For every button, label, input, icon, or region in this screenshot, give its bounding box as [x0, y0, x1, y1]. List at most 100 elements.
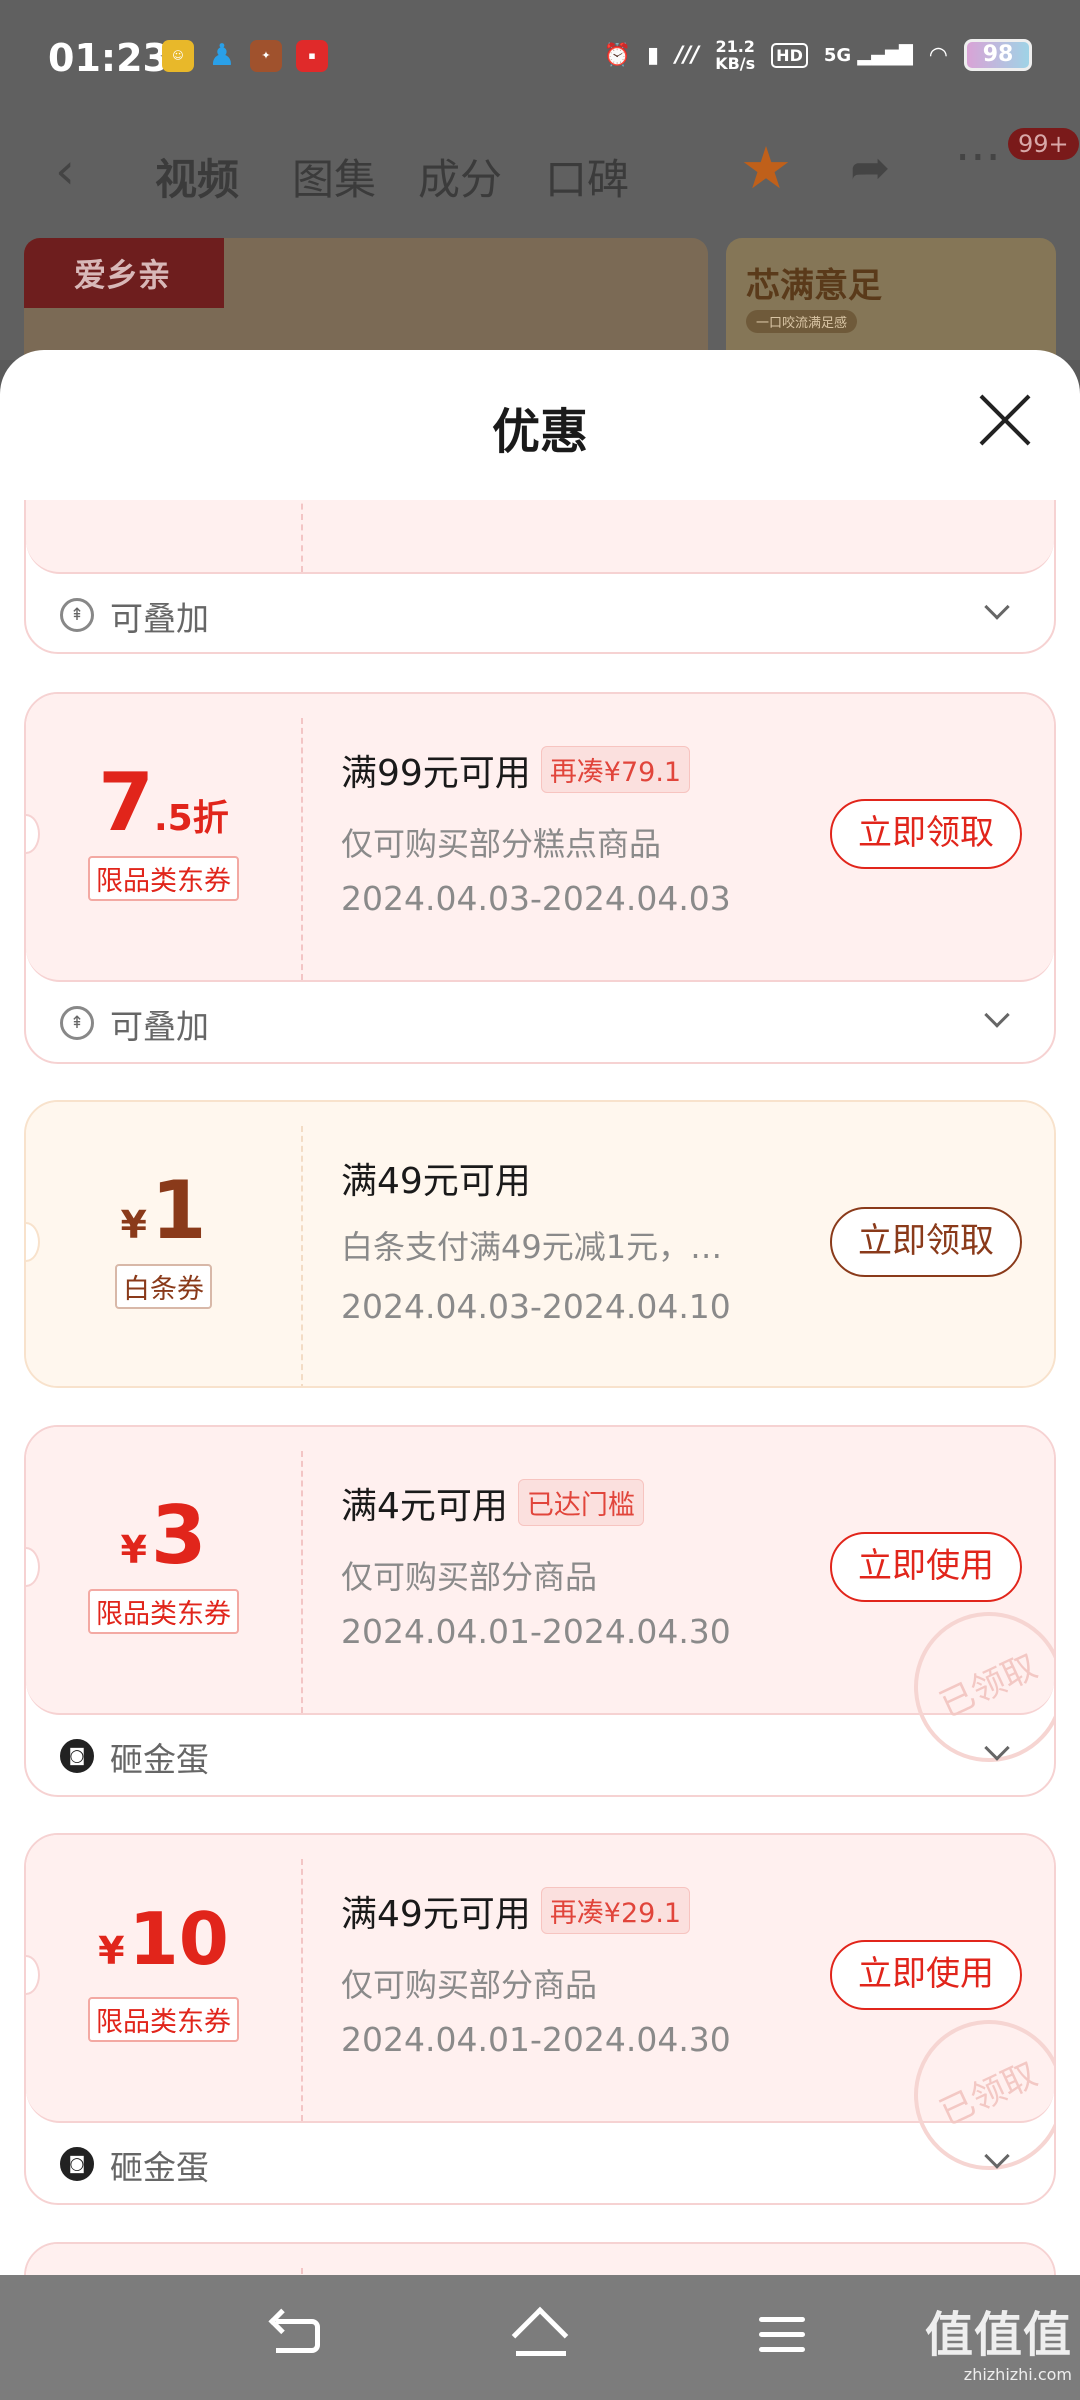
coupon-type-label: 限品类东券 — [88, 1997, 239, 2042]
coupon-card-partial — [24, 2242, 1056, 2275]
golden-egg-icon: ◙ — [60, 2147, 94, 2181]
coupon-condition: 满49元可用 — [341, 1161, 531, 1202]
coupon-divider — [301, 1859, 303, 2121]
coupon-condition: 满49元可用 再凑¥29.1 — [341, 1885, 691, 1937]
coupon-tag: 已达门槛 — [517, 1479, 644, 1526]
sheet-title: 优惠 — [491, 404, 588, 460]
golden-egg-icon: ◙ — [60, 1739, 94, 1773]
coupon-desc: 仅可购买部分商品 — [341, 1966, 598, 2004]
signal-5g: 5G ▂▄▆█ — [823, 44, 913, 66]
coupon-tag: 再凑¥79.1 — [540, 746, 691, 793]
coupon-currency: ¥ — [98, 1929, 125, 1973]
nav-menu-line — [759, 2332, 805, 2337]
qq-notification-icon: ♟ — [208, 38, 236, 73]
chevron-down-icon[interactable] — [984, 594, 1010, 620]
coupon-divider — [301, 2268, 303, 2275]
coupon-amount: ¥10 — [26, 1897, 301, 1981]
net-speed-unit: KB/s — [715, 54, 756, 73]
coupon-card: ¥1 白条券 满49元可用 白条支付满49元减1元，… 2024.04.03-2… — [24, 1100, 1056, 1388]
coupon-date: 2024.04.03-2024.04.03 — [341, 879, 731, 918]
status-bar: 01:23 ☺ ♟ ✦ ▪ ⏰ ▮ /// 21.2 KB/s HD 5G ▂▄▆… — [0, 0, 1080, 115]
coupon-main: ¥10 限品类东券 满49元可用 再凑¥29.1 仅可购买部分商品 2024.04… — [26, 1835, 1054, 2195]
app-notification-icon: ☺ — [162, 40, 194, 72]
coupon-amount-value: 10 — [128, 1897, 229, 1981]
tab-reviews[interactable]: 口碑 — [545, 146, 629, 207]
coupon-condition-text: 满99元可用 — [341, 753, 531, 794]
coupon-currency: ¥ — [120, 1528, 147, 1572]
coupon-date: 2024.04.03-2024.04.10 — [341, 1287, 731, 1326]
coupon-type: 白条券 — [26, 1264, 301, 1309]
coupon-main: 7.5折 限品类东券 满99元可用 再凑¥79.1 仅可购买部分糕点商品 2024… — [26, 694, 1054, 982]
status-time: 01:23 — [48, 36, 169, 80]
banner-subtitle: 一口咬流满足感 — [746, 310, 858, 333]
coupon-card: ⇞ 可叠加 — [24, 500, 1056, 654]
more-icon[interactable]: ··· — [955, 130, 1001, 186]
coupon-card: 7.5折 限品类东券 满99元可用 再凑¥79.1 仅可购买部分糕点商品 2024… — [24, 692, 1056, 1064]
nav-menu-icon[interactable] — [755, 2311, 815, 2361]
nav-home-icon[interactable] — [510, 2306, 570, 2364]
coupon-amount-value: 7 — [98, 756, 154, 849]
coupon-extra-row[interactable]: ◙ 砸金蛋 — [26, 1715, 1054, 1795]
coupon-desc: 白条支付满49元减1元，… — [341, 1228, 723, 1266]
coupon-amount-suffix: .5折 — [153, 798, 229, 839]
coupon-extra-row[interactable]: ◙ 砸金蛋 — [26, 2123, 1054, 2203]
network-type: 5G — [823, 44, 852, 66]
game-notification-icon: ✦ — [250, 40, 282, 72]
share-icon[interactable]: ➦ — [850, 140, 890, 196]
coupon-type: 限品类东券 — [26, 856, 301, 901]
coupon-list[interactable]: ⇞ 可叠加 7.5折 限品类东券 满99元可用 再凑¥79.1 仅可购买部分糕点商… — [0, 500, 1080, 2275]
tab-gallery[interactable]: 图集 — [292, 146, 376, 207]
net-speed: 21.2 KB/s — [715, 38, 755, 72]
coupon-extra-label: 砸金蛋 — [110, 1740, 209, 1779]
coupon-type: 限品类东券 — [26, 1589, 301, 1634]
nav-menu-line — [759, 2347, 805, 2352]
battery-indicator: 98 — [964, 39, 1032, 71]
close-icon[interactable] — [975, 390, 1035, 450]
coupon-condition-text: 满49元可用 — [341, 1894, 531, 1935]
favorite-star-icon[interactable]: ★ — [740, 134, 792, 202]
redbook-notification-icon: ▪ — [296, 40, 328, 72]
coupon-amount: 7.5折 — [26, 756, 301, 849]
coupon-type: 限品类东券 — [26, 1997, 301, 2042]
nav-home-base — [516, 2351, 566, 2356]
coupon-divider — [301, 500, 303, 572]
coupon-main — [26, 2244, 1054, 2275]
claim-button[interactable]: 立即领取 — [830, 799, 1022, 869]
coupon-amount: ¥1 — [26, 1164, 301, 1257]
use-button[interactable]: 立即使用 — [830, 1940, 1022, 2010]
coupon-main: ¥1 白条券 满49元可用 白条支付满49元减1元，… 2024.04.03-2… — [26, 1102, 1054, 1386]
chevron-down-icon[interactable] — [984, 2143, 1010, 2169]
coupon-card: ¥3 限品类东券 满4元可用 已达门槛 仅可购买部分商品 2024.04.01-2… — [24, 1425, 1056, 1797]
nav-back-icon[interactable] — [268, 2308, 328, 2361]
alarm-icon: ⏰ — [603, 42, 631, 68]
coupon-desc: 仅可购买部分糕点商品 — [341, 825, 662, 863]
watermark: 值值值 zhizhizhi.com — [925, 2295, 1072, 2384]
chevron-down-icon[interactable] — [984, 1002, 1010, 1028]
back-icon[interactable]: ‹ — [55, 142, 75, 200]
tab-video[interactable]: 视频 — [155, 146, 239, 207]
coupon-card: ¥10 限品类东券 满49元可用 再凑¥29.1 仅可购买部分商品 2024.04… — [24, 1833, 1056, 2205]
more-badge: 99+ — [1008, 128, 1079, 160]
background-page: 01:23 ☺ ♟ ✦ ▪ ⏰ ▮ /// 21.2 KB/s HD 5G ▂▄▆… — [0, 0, 1080, 388]
tab-ingredients[interactable]: 成分 — [418, 146, 502, 207]
coupon-type-label: 限品类东券 — [88, 1589, 239, 1634]
coupon-main: ¥3 限品类东券 满4元可用 已达门槛 仅可购买部分商品 2024.04.01-2… — [26, 1427, 1054, 1787]
coupon-amount: ¥3 — [26, 1489, 301, 1582]
banner-title: 芯满意足 — [746, 266, 882, 306]
coupon-currency: ¥ — [120, 1203, 147, 1247]
coupon-extra-row[interactable]: ⇞ 可叠加 — [26, 982, 1054, 1062]
chevron-down-icon[interactable] — [984, 1735, 1010, 1761]
coupon-tag: 再凑¥29.1 — [540, 1887, 691, 1934]
claim-button[interactable]: 立即领取 — [830, 1207, 1022, 1277]
sheet-header: 优惠 — [0, 350, 1080, 500]
coupon-condition: 满4元可用 已达门槛 — [341, 1477, 644, 1529]
coupon-extra-row[interactable]: ⇞ 可叠加 — [26, 574, 1054, 652]
brand-logo: 爱乡亲 — [24, 238, 224, 308]
coupon-desc: 仅可购买部分商品 — [341, 1558, 598, 1596]
watermark-main: 值值值 — [925, 2307, 1073, 2363]
use-button[interactable]: 立即使用 — [830, 1532, 1022, 1602]
coupon-extra-label: 砸金蛋 — [110, 2148, 209, 2187]
nfc-icon: /// — [675, 42, 700, 68]
system-nav-bar: 值值值 zhizhizhi.com — [0, 2275, 1080, 2400]
wifi-icon: ◠ — [928, 42, 948, 68]
